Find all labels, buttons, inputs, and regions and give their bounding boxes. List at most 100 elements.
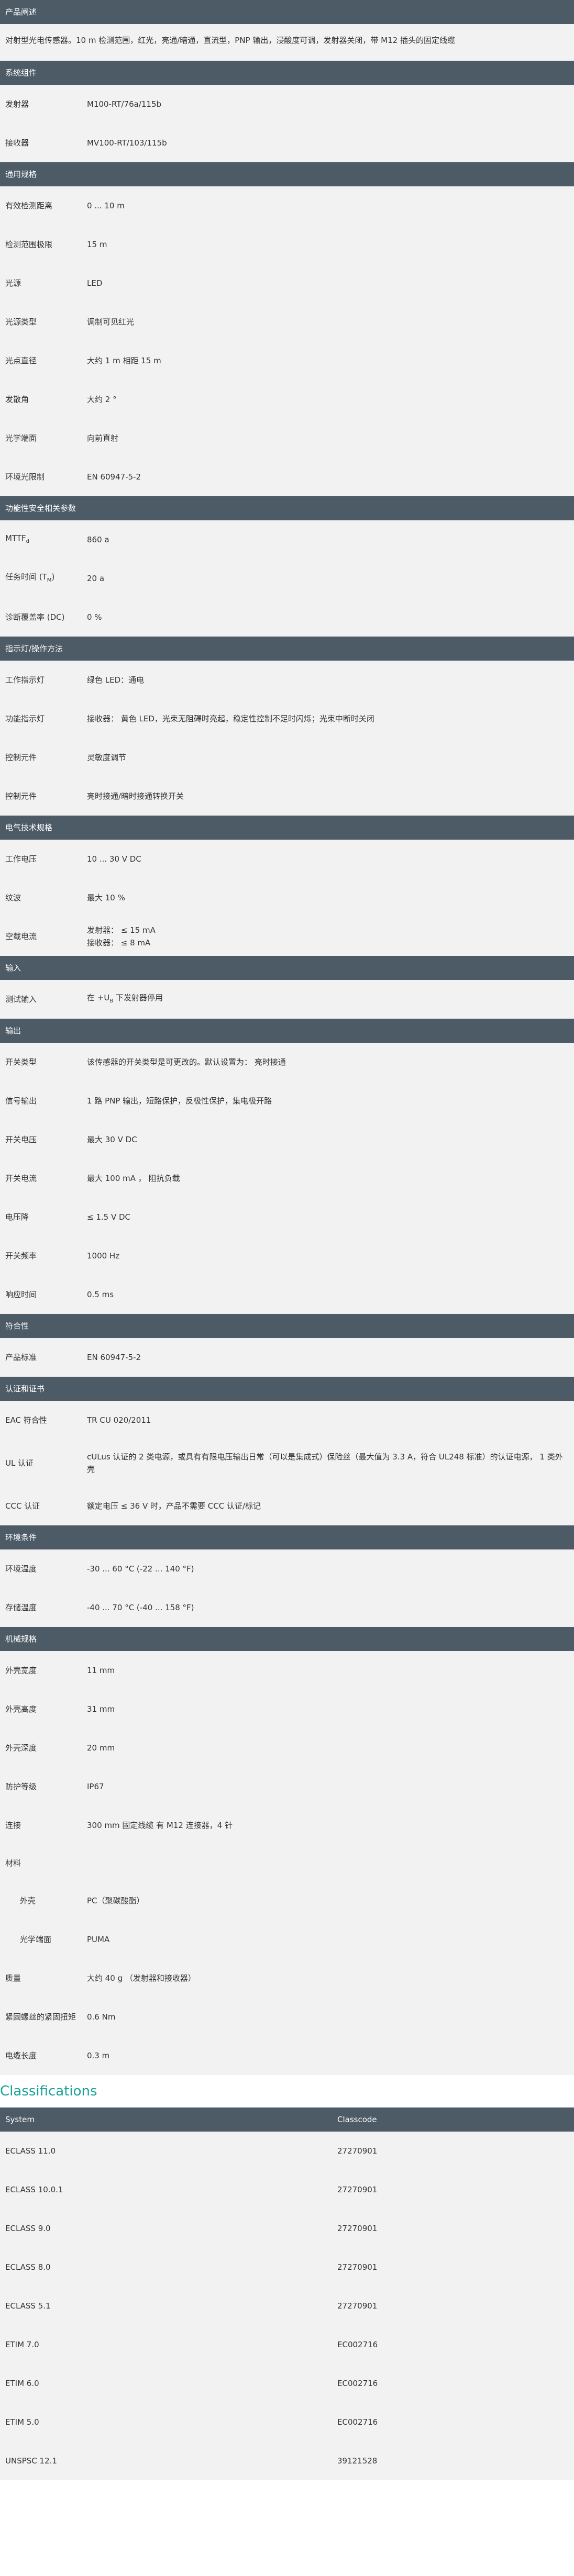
spec-label: UL 认证 xyxy=(0,1457,87,1469)
spec-label: 开关类型 xyxy=(0,1056,87,1068)
spec-label: 材料 xyxy=(0,1857,87,1869)
spec-section: 功能性安全相关参数 MTTFd 860 a 任务时间 (TM) 20 a 诊断覆盖率 (D… xyxy=(0,496,574,637)
spec-row: 光学端面 PUMA xyxy=(0,1920,574,1959)
spec-value: PUMA xyxy=(87,1933,574,1946)
spec-value-text: EN 60947-5-2 xyxy=(87,472,141,482)
section-header: 输入 xyxy=(0,956,574,980)
spec-row: 环境温度 -30 ... 60 °C (-22 ... 140 °F) xyxy=(0,1549,574,1588)
spec-label: 工作电压 xyxy=(0,853,87,865)
spec-value-text: 10 ... 30 V DC xyxy=(87,854,141,864)
spec-section: 输入 测试输入 在 +UB 下发射器停用 xyxy=(0,956,574,1019)
classifications-section: Classifications System Classcode ECLASS … xyxy=(0,2075,574,2480)
spec-label: 纹波 xyxy=(0,892,87,904)
spec-value-text: cULus 认证的 2 类电源，或具有有限电压输出日常（可以是集成式）保险丝（最… xyxy=(87,1452,563,1474)
spec-label: 测试输入 xyxy=(0,994,87,1005)
classification-row: ETIM 7.0 EC002716 xyxy=(0,2325,574,2364)
spec-label: 控制元件 xyxy=(0,790,87,802)
spec-label: 电压降 xyxy=(0,1211,87,1223)
spec-value: 10 ... 30 V DC xyxy=(87,853,574,865)
spec-value: 调制可见红光 xyxy=(87,316,574,328)
spec-value: 发射器： ≤ 15 mA 接收器： ≤ 8 mA xyxy=(87,924,574,949)
classification-system: ECLASS 10.0.1 xyxy=(5,2185,63,2194)
spec-label-text: 功能指示灯 xyxy=(5,714,45,723)
spec-value-text: TR CU 020/2011 xyxy=(87,1415,151,1425)
spec-label: 开关电压 xyxy=(0,1134,87,1145)
spec-value: 860 a xyxy=(87,533,574,546)
spec-value: 大约 2 ° xyxy=(87,393,574,406)
spec-row: 纹波 最大 10 % xyxy=(0,878,574,917)
classifications-rows: ECLASS 11.0 27270901 ECLASS 10.0.1 27270901… xyxy=(0,2132,574,2480)
spec-row: 光源 LED xyxy=(0,264,574,303)
spec-row: 环境光限制 EN 60947-5-2 xyxy=(0,458,574,496)
section-header: 指示灯/操作方法 xyxy=(0,637,574,661)
spec-value: 0.3 m xyxy=(87,2049,574,2062)
classification-row: UNSPSC 12.1 39121528 xyxy=(0,2441,574,2480)
spec-row: UL 认证 cULus 认证的 2 类电源，或具有有限电压输出日常（可以是集成式）… xyxy=(0,1440,574,1487)
spec-value-text: 大约 2 ° xyxy=(87,395,117,404)
description-text: 对射型光电传感器。10 m 检测范围，红光，亮通/暗通，直流型，PNP 输出，浸… xyxy=(0,24,574,61)
spec-label: 任务时间 (TM) xyxy=(0,571,87,586)
spec-value-line: 接收器： ≤ 8 mA xyxy=(87,938,151,947)
spec-label-text: 光学端面 xyxy=(20,1935,52,1944)
spec-label-text: 开关电流 xyxy=(5,1174,37,1183)
system-column-header: System xyxy=(5,2115,35,2124)
spec-label-text: 质量 xyxy=(5,1973,21,1983)
spec-value: 0.5 ms xyxy=(87,1288,574,1301)
spec-label-text: 发射器 xyxy=(5,99,29,109)
spec-row: 有效检测距离 0 ... 10 m xyxy=(0,186,574,225)
spec-rows: 外壳宽度 11 mm 外壳高度 31 mm 外壳深度 20 mm 防护等级 IP67 连接 300… xyxy=(0,1651,574,2075)
spec-value: 大约 1 m 相距 15 m xyxy=(87,354,574,367)
spec-section: 电气技术规格 工作电压 10 ... 30 V DC 纹波 最大 10 % 空载电流 发射器… xyxy=(0,816,574,956)
spec-label-text: 任务时间 (T xyxy=(5,572,47,582)
spec-label: 工作指示灯 xyxy=(0,674,87,686)
spec-row: 开关电流 最大 100 mA ， 阻抗负载 xyxy=(0,1159,574,1198)
spec-value-text: 最大 10 % xyxy=(87,893,125,902)
spec-value-text: 0.3 m xyxy=(87,2051,110,2060)
spec-label: 防护等级 xyxy=(0,1781,87,1792)
spec-value-text: 大约 1 m 相距 15 m xyxy=(87,356,161,365)
classification-row: ETIM 5.0 EC002716 xyxy=(0,2403,574,2441)
spec-value-text: 0 ... 10 m xyxy=(87,201,125,210)
spec-value-text: 绿色 LED：通电 xyxy=(87,675,145,685)
spec-value-text: ≤ 1.5 V DC xyxy=(87,1212,131,1222)
spec-label: 外壳高度 xyxy=(0,1703,87,1715)
spec-rows: EAC 符合性 TR CU 020/2011 UL 认证 cULus 认证的 2 类电… xyxy=(0,1401,574,1525)
spec-label-text: 环境光限制 xyxy=(5,472,45,482)
spec-value-text: LED xyxy=(87,278,103,288)
classification-code: EC002716 xyxy=(337,2417,378,2427)
section-header: 电气技术规格 xyxy=(0,816,574,840)
spec-value-text: 亮时接通/暗时接通转换开关 xyxy=(87,791,184,801)
spec-section: 环境条件 环境温度 -30 ... 60 °C (-22 ... 140 °F) 存储… xyxy=(0,1525,574,1627)
section-header: 符合性 xyxy=(0,1314,574,1338)
section-header: 功能性安全相关参数 xyxy=(0,496,574,520)
spec-label-text: 电缆长度 xyxy=(5,2051,37,2060)
spec-value: cULus 认证的 2 类电源，或具有有限电压输出日常（可以是集成式）保险丝（最… xyxy=(87,1451,574,1476)
spec-label: 质量 xyxy=(0,1972,87,1984)
spec-value-text: 0 % xyxy=(87,612,102,622)
spec-label-text: 电压降 xyxy=(5,1212,29,1222)
spec-row: 产品标准 EN 60947-5-2 xyxy=(0,1338,574,1377)
spec-value: LED xyxy=(87,277,574,289)
spec-value: 在 +UB 下发射器停用 xyxy=(87,991,574,1008)
spec-value-text: -40 ... 70 °C (-40 ... 158 °F) xyxy=(87,1603,194,1612)
section-header: 输出 xyxy=(0,1019,574,1043)
spec-section: 系统组件 发射器 M100-RT/76a/115b 接收器 MV100-RT/103/1… xyxy=(0,61,574,162)
spec-value: M100-RT/76a/115b xyxy=(87,98,574,110)
spec-label-text: 诊断覆盖率 (DC) xyxy=(5,612,65,622)
spec-section: 指示灯/操作方法 工作指示灯 绿色 LED：通电 功能指示灯 接收器： 黄色 LED，光… xyxy=(0,637,574,816)
spec-label: 接收器 xyxy=(0,137,87,149)
spec-value-text: 1000 Hz xyxy=(87,1251,120,1261)
spec-label-text: 光源类型 xyxy=(5,317,37,327)
spec-row: 工作指示灯 绿色 LED：通电 xyxy=(0,661,574,699)
datasheet-document: 产品阐述 对射型光电传感器。10 m 检测范围，红光，亮通/暗通，直流型，PNP… xyxy=(0,0,574,2480)
classification-row: ECLASS 8.0 27270901 xyxy=(0,2248,574,2287)
spec-rows: 测试输入 在 +UB 下发射器停用 xyxy=(0,980,574,1019)
spec-label-text: CCC 认证 xyxy=(5,1501,40,1511)
classification-code: 27270901 xyxy=(337,2146,378,2156)
spec-value: EN 60947-5-2 xyxy=(87,471,574,483)
spec-value-text: MV100-RT/103/115b xyxy=(87,138,167,148)
section-header: 环境条件 xyxy=(0,1525,574,1549)
classification-system: ECLASS 8.0 xyxy=(5,2262,51,2272)
spec-label: 环境温度 xyxy=(0,1563,87,1575)
spec-row: 外壳深度 20 mm xyxy=(0,1729,574,1767)
